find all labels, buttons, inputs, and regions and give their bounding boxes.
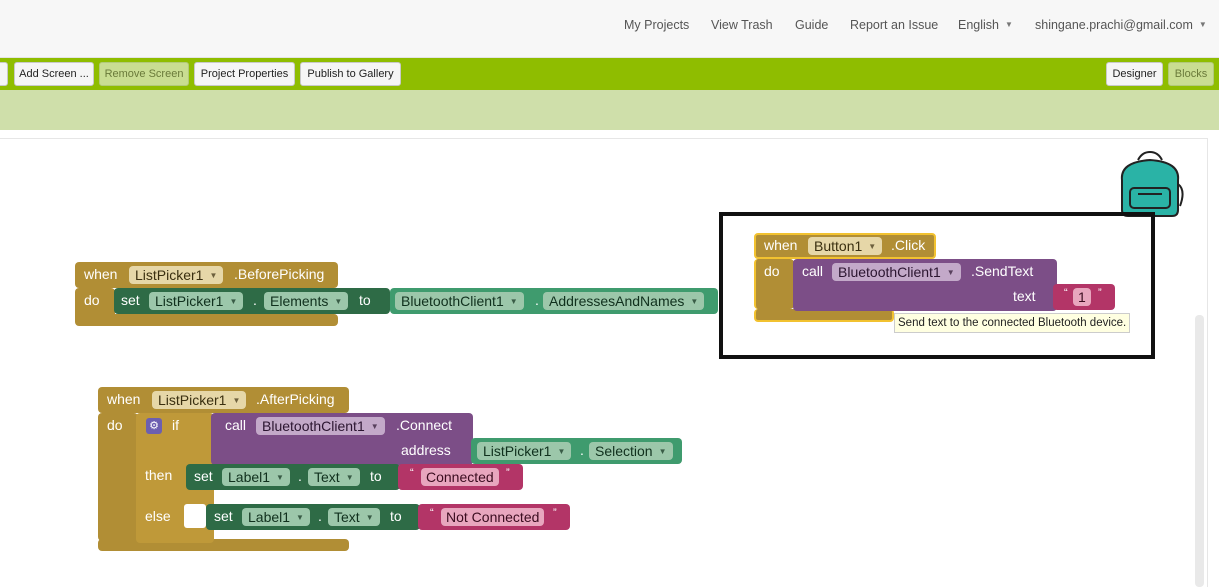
language-label: English — [958, 18, 999, 32]
add-screen-button[interactable]: Add Screen ... — [14, 62, 94, 86]
publish-gallery-button[interactable]: Publish to Gallery — [300, 62, 401, 86]
component-dropdown[interactable]: ListPicker1 ▼ — [149, 292, 244, 310]
set-keyword: set — [121, 292, 140, 308]
component-name: Label1 — [248, 509, 291, 525]
component-dropdown[interactable]: ListPicker1 ▼ — [152, 391, 247, 409]
workspace-scrollbar[interactable] — [1195, 315, 1204, 587]
do-keyword: do — [84, 292, 100, 308]
chevron-down-icon: ▼ — [509, 297, 518, 306]
nav-my-projects[interactable]: My Projects — [624, 18, 689, 32]
dot-separator: . — [318, 508, 322, 524]
property-name: Text — [314, 469, 340, 485]
chevron-down-icon: ▼ — [1005, 20, 1013, 29]
component-name: ListPicker1 — [155, 293, 224, 309]
project-toolbar: Add Screen ... Remove Screen Project Pro… — [0, 58, 1219, 90]
chevron-down-icon: ▼ — [232, 396, 241, 405]
set-keyword: set — [194, 468, 213, 484]
highlight-box — [719, 212, 1155, 359]
chevron-down-icon: ▼ — [345, 473, 354, 482]
remove-screen-button[interactable]: Remove Screen — [99, 62, 189, 86]
designer-button[interactable]: Designer — [1106, 62, 1163, 86]
chevron-down-icon: ▼ — [557, 447, 566, 456]
set-keyword: set — [214, 508, 233, 524]
property-dropdown[interactable]: Text ▼ — [328, 508, 380, 526]
chevron-down-icon: ▼ — [209, 271, 218, 280]
component-dropdown[interactable]: Label1 ▼ — [242, 508, 310, 526]
event-name: .BeforePicking — [234, 266, 325, 282]
nav-report-issue[interactable]: Report an Issue — [850, 18, 938, 32]
else-slot — [184, 504, 206, 528]
component-name: ListPicker1 — [135, 267, 204, 283]
if-keyword: if — [172, 417, 179, 433]
component-dropdown[interactable]: BluetoothClient1 ▼ — [256, 417, 385, 435]
component-name: Label1 — [228, 469, 271, 485]
quote-close: ” — [506, 467, 510, 479]
when-keyword: when — [107, 391, 141, 407]
method-name: .Connect — [396, 417, 453, 433]
do-keyword: do — [107, 417, 123, 433]
chevron-down-icon: ▼ — [370, 422, 379, 431]
quote-open: “ — [430, 507, 434, 519]
screen-select-button[interactable] — [0, 62, 8, 86]
quote-open: “ — [410, 467, 414, 479]
chevron-down-icon: ▼ — [229, 297, 238, 306]
text-value[interactable]: Not Connected — [441, 508, 545, 526]
text-value[interactable]: Connected — [421, 468, 499, 486]
chevron-down-icon: ▼ — [276, 473, 284, 482]
when-keyword: when — [84, 266, 118, 282]
component-name: ListPicker1 — [483, 443, 552, 459]
chevron-down-icon: ▼ — [690, 297, 699, 306]
to-keyword: to — [359, 292, 371, 308]
component-dropdown[interactable]: Label1 ▼ — [222, 468, 290, 486]
property-dropdown[interactable]: AddressesAndNames ▼ — [543, 292, 705, 310]
chevron-down-icon: ▼ — [334, 297, 343, 306]
backpack-icon[interactable] — [1116, 150, 1186, 220]
component-dropdown[interactable]: BluetoothClient1 ▼ — [395, 292, 524, 310]
dot-separator: . — [253, 292, 257, 308]
quote-close: ” — [553, 507, 557, 519]
chevron-down-icon: ▼ — [1198, 20, 1207, 29]
property-dropdown[interactable]: Text ▼ — [308, 468, 360, 486]
then-keyword: then — [145, 467, 173, 483]
dot-separator: . — [580, 442, 584, 458]
gear-icon[interactable]: ⚙ — [146, 418, 162, 434]
else-keyword: else — [145, 508, 171, 524]
language-dropdown[interactable]: English ▼ — [958, 18, 1013, 32]
account-dropdown[interactable]: shingane.prachi@gmail.com ▼ — [1035, 18, 1207, 32]
argument-label: address — [401, 442, 451, 458]
property-name: Text — [334, 509, 360, 525]
chevron-down-icon: ▼ — [296, 513, 304, 522]
nav-guide[interactable]: Guide — [795, 18, 828, 32]
component-name: BluetoothClient1 — [401, 293, 504, 309]
account-label: shingane.prachi@gmail.com — [1035, 18, 1193, 32]
project-properties-button[interactable]: Project Properties — [194, 62, 295, 86]
component-name: BluetoothClient1 — [262, 418, 365, 434]
property-dropdown[interactable]: Selection ▼ — [589, 442, 673, 460]
call-keyword: call — [225, 417, 247, 433]
nav-view-trash[interactable]: View Trash — [711, 18, 773, 32]
blocks-button[interactable]: Blocks — [1168, 62, 1214, 86]
component-dropdown[interactable]: ListPicker1 ▼ — [129, 266, 224, 284]
property-name: Selection — [595, 443, 653, 459]
chevron-down-icon: ▼ — [658, 447, 667, 456]
property-name: AddressesAndNames — [549, 293, 685, 309]
dot-separator: . — [298, 468, 302, 484]
component-name: ListPicker1 — [158, 392, 227, 408]
property-name: Elements — [270, 293, 329, 309]
blocks-header-bar — [0, 90, 1219, 130]
top-navigation-bar: My Projects View Trash Guide Report an I… — [0, 0, 1219, 58]
event-name: .AfterPicking — [256, 391, 335, 407]
component-dropdown[interactable]: ListPicker1 ▼ — [477, 442, 572, 460]
dot-separator: . — [535, 292, 539, 308]
chevron-down-icon: ▼ — [365, 513, 374, 522]
to-keyword: to — [370, 468, 382, 484]
property-dropdown[interactable]: Elements ▼ — [264, 292, 349, 310]
to-keyword: to — [390, 508, 402, 524]
